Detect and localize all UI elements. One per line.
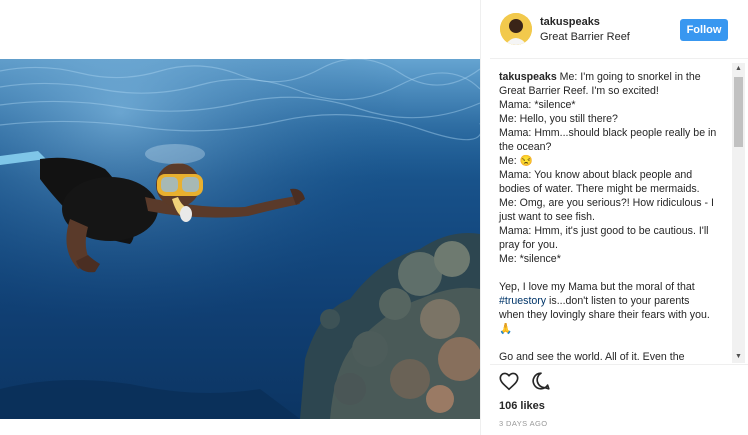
post-timestamp[interactable]: 3 DAYS AGO (499, 419, 547, 428)
header-location[interactable]: Great Barrier Reef (540, 31, 630, 43)
arrow-up-icon[interactable]: ▲ (732, 63, 745, 75)
comment-icon[interactable] (530, 370, 554, 394)
caption-line: Me: Hello, you still there? (499, 113, 618, 125)
caption-line: Me: 😒 (499, 155, 533, 167)
snorkel-photo-illustration (0, 59, 480, 419)
post-photo[interactable] (0, 59, 480, 419)
hashtag-link[interactable]: #truestory (499, 295, 546, 307)
caption-line: Me: *silence* (499, 253, 561, 265)
caption-line: Mama: You know about black people and bo… (499, 169, 700, 195)
heart-icon-graphic (499, 372, 519, 391)
header-username[interactable]: takuspeaks (540, 16, 600, 28)
caption-line: Me: Omg, are you serious?! How ridiculou… (499, 197, 717, 223)
comments-panel[interactable]: takuspeaks Me: I'm going to snorkel in t… (490, 62, 748, 364)
post-actions (498, 370, 738, 396)
photo-pane (0, 0, 480, 435)
comment-icon-graphic (532, 372, 550, 390)
vertical-divider (480, 0, 481, 435)
header-divider (490, 58, 748, 59)
caption-paragraph: Go and see the world. All of it. Even th… (499, 351, 685, 363)
follow-button[interactable]: Follow (680, 19, 728, 41)
caption-line: Mama: Hmm...should black people really b… (499, 127, 720, 153)
avatar[interactable] (500, 13, 532, 45)
heart-icon[interactable] (498, 370, 522, 394)
caption-username[interactable]: takuspeaks (499, 71, 557, 83)
caption-line: Mama: *silence* (499, 99, 576, 111)
actions-divider (490, 364, 748, 365)
arrow-down-icon[interactable]: ▼ (732, 351, 745, 363)
likes-count[interactable]: 106 likes (499, 400, 545, 412)
avatar-image (500, 13, 532, 45)
caption: takuspeaks Me: I'm going to snorkel in t… (499, 70, 717, 364)
caption-paragraph: Yep, I love my Mama but the moral of tha… (499, 281, 698, 293)
scrollbar[interactable]: ▲ ▼ (732, 63, 745, 363)
post-header: takuspeaks Great Barrier Reef Follow (490, 0, 748, 58)
caption-line: Mama: Hmm, it's just good to be cautious… (499, 225, 712, 251)
scrollbar-thumb[interactable] (734, 77, 743, 147)
